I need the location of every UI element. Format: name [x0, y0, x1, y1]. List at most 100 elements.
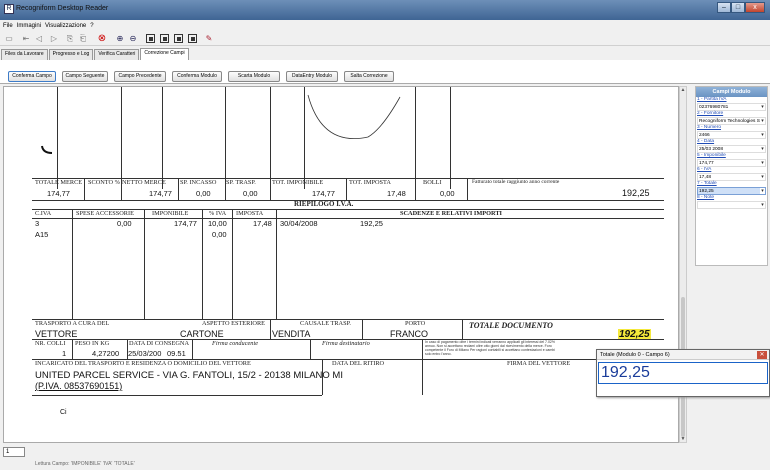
vat-row1-code: 3 — [35, 219, 40, 228]
value-trasporto: VETTORE — [35, 329, 78, 339]
menu-immagini[interactable]: Immagini — [17, 23, 41, 29]
vat-header-scadenze: SCADENZE E RELATIVI IMPORTI — [400, 210, 503, 217]
vat-row2-code: A15 — [35, 230, 49, 239]
dataentry-form-button[interactable]: DataEntry Modulo — [286, 71, 338, 82]
field-value-text: 17,48 — [699, 175, 712, 180]
discard-form-button[interactable]: Scarta Modulo — [228, 71, 280, 82]
handwritten-mark — [41, 145, 53, 154]
zoom-out-icon[interactable]: ⊖ — [127, 33, 139, 44]
chevron-down-icon[interactable]: ▾ — [760, 118, 765, 124]
handwritten-stroke — [307, 94, 401, 139]
field-value-text: 2466 — [699, 133, 710, 138]
field-value-partita-iva[interactable]: 02376980781 ▾ — [697, 103, 766, 111]
field-value-imponibile[interactable]: 174,77 ▾ — [697, 159, 766, 167]
chevron-down-icon[interactable]: ▾ — [760, 202, 765, 208]
zoom-in-icon[interactable]: ⊕ — [114, 33, 126, 44]
field-data: 4 - Data 25/03 2008 ▾ — [696, 139, 767, 153]
riepilogo-iva-heading: RIEPILOGO I.V.A. — [294, 200, 354, 208]
field-numero: 3 - Numero 2466 ▾ — [696, 125, 767, 139]
page-number-input[interactable]: 1 — [3, 447, 25, 457]
chevron-down-icon[interactable]: ▾ — [760, 174, 765, 180]
field-value-note[interactable]: ▾ — [697, 201, 766, 209]
field-value-numero[interactable]: 2466 ▾ — [697, 131, 766, 139]
settings-icon[interactable]: ✎ — [203, 33, 215, 44]
skip-correction-button[interactable]: Salta Correzione — [344, 71, 394, 82]
confirm-form-button[interactable]: Conferma Modulo — [172, 71, 222, 82]
menu-visualizzazione[interactable]: Visualizzazione — [45, 23, 86, 29]
fit-height-icon[interactable] — [174, 34, 183, 43]
status-bar: Lettura Campo: 'IMPONIBILE' 'IVA' 'TOTAL… — [0, 459, 770, 470]
label-firma-destinatario: Firma destinatario — [322, 340, 370, 347]
previous-field-button[interactable]: Campo Precedente — [114, 71, 166, 82]
field-value-fornitore[interactable]: Recogniform Technologies SpA ▾ — [697, 117, 766, 125]
field-value-text: 25/03 2008 — [699, 147, 724, 152]
label-data-ritiro: DATA DEL RITIRO — [332, 360, 385, 367]
fit-width-icon[interactable] — [160, 34, 169, 43]
title-bar: R Recogniform Desktop Reader – □ x — [0, 0, 770, 20]
first-icon[interactable]: ⇤ — [20, 33, 32, 44]
toolbar: ▭ ⇤ ◁ ▷ ⎘ ⎗ ⊗ ⊕ ⊖ ✎ — [0, 31, 770, 46]
prev-icon[interactable]: ◁ — [33, 33, 45, 44]
value-peso: 4,27200 — [92, 349, 120, 358]
scroll-up-icon[interactable]: ▲ — [680, 87, 686, 93]
document-viewer[interactable]: TOTALE MERCE SCONTO % NETTO MERCE SP. IN… — [3, 86, 679, 443]
chevron-down-icon[interactable]: ▾ — [760, 104, 765, 110]
tab-progress[interactable]: Progresso e Log — [48, 49, 94, 60]
invoice-image: TOTALE MERCE SCONTO % NETTO MERCE SP. IN… — [32, 87, 664, 442]
next-icon[interactable]: ▷ — [48, 33, 60, 44]
vat-header-spese: SPESE ACCESSORIE — [76, 210, 134, 217]
value-carrier-piva: (P.IVA. 08537690151) — [35, 381, 123, 391]
chevron-down-icon[interactable]: ▾ — [760, 160, 765, 166]
label-fatturato: Fatturato totale raggiunto anno corrente — [472, 179, 560, 185]
field-value-data[interactable]: 25/03 2008 ▾ — [697, 145, 766, 153]
label-netto-merce: NETTO MERCE — [122, 179, 166, 186]
chevron-down-icon[interactable]: ▾ — [760, 188, 765, 194]
scroll-down-icon[interactable]: ▼ — [680, 436, 686, 442]
value-sp-trasp: 0,00 — [243, 189, 258, 198]
field-imponibile: 5 - Imponibile 174,77 ▾ — [696, 153, 767, 167]
fit-page-icon[interactable] — [146, 34, 155, 43]
field-partita-iva: 1 - Partita IVA 02376980781 ▾ — [696, 97, 767, 111]
vat-row1-spese: 0,00 — [117, 219, 132, 228]
menu-file[interactable]: File — [3, 23, 13, 29]
open-icon[interactable]: ▭ — [3, 33, 15, 44]
value-totale-merce: 174,77 — [47, 189, 70, 198]
value-aspetto: CARTONE — [180, 329, 224, 339]
stop-icon[interactable]: ⊗ — [96, 33, 108, 44]
label-sp-trasp: SP. TRASP. — [226, 179, 256, 186]
field-totale: 7 - Totale 192,25 ▾ — [696, 181, 767, 195]
tab-verify-chars[interactable]: Verifica Caratteri — [94, 49, 140, 60]
paste-icon[interactable]: ⎗ — [77, 33, 89, 44]
chevron-down-icon[interactable]: ▾ — [760, 146, 765, 152]
value-netto-merce: 174,77 — [149, 189, 172, 198]
value-ora-consegna: 09.51 — [167, 349, 186, 358]
minimize-button[interactable]: – — [717, 2, 731, 13]
label-trasporto: TRASPORTO A CURA DEL — [35, 320, 110, 327]
tab-files[interactable]: Files da Lavorare — [1, 49, 48, 60]
tab-field-correction[interactable]: Correzione Campi — [140, 48, 189, 60]
label-aspetto: ASPETTO ESTERIORE — [202, 320, 266, 327]
window-controls: – □ x — [717, 2, 765, 13]
confirm-field-button[interactable]: Conferma Campo — [8, 71, 56, 82]
vat-row1-imponibile: 174,77 — [174, 219, 197, 228]
next-field-button[interactable]: Campo Seguente — [62, 71, 108, 82]
label-totale-documento: TOTALE DOCUMENTO — [469, 321, 553, 330]
label-sp-incasso: SP. INCASSO — [180, 179, 217, 186]
field-value-text: Recogniform Technologies SpA — [699, 119, 766, 124]
value-tot-imponibile: 174,77 — [312, 189, 335, 198]
menu-help[interactable]: ? — [90, 23, 93, 29]
chevron-down-icon[interactable]: ▾ — [760, 132, 765, 138]
value-sp-incasso: 0,00 — [196, 189, 211, 198]
copy-icon[interactable]: ⎘ — [64, 33, 76, 44]
close-icon[interactable]: ✕ — [757, 351, 767, 359]
field-iva: 6 - IVA 17,48 ▾ — [696, 167, 767, 181]
vat-row2-iva: 0,00 — [212, 230, 227, 239]
close-button[interactable]: x — [745, 2, 765, 13]
maximize-button[interactable]: □ — [731, 2, 745, 13]
field-value-input[interactable]: 192,25 — [598, 362, 768, 384]
vat-row1-date: 30/04/2008 — [280, 219, 318, 228]
field-value-iva[interactable]: 17,48 ▾ — [697, 173, 766, 181]
value-carrier: UNITED PARCEL SERVICE - VIA G. FANTOLI, … — [35, 370, 343, 381]
field-value-totale[interactable]: 192,25 ▾ — [697, 187, 766, 195]
actual-size-icon[interactable] — [188, 34, 197, 43]
